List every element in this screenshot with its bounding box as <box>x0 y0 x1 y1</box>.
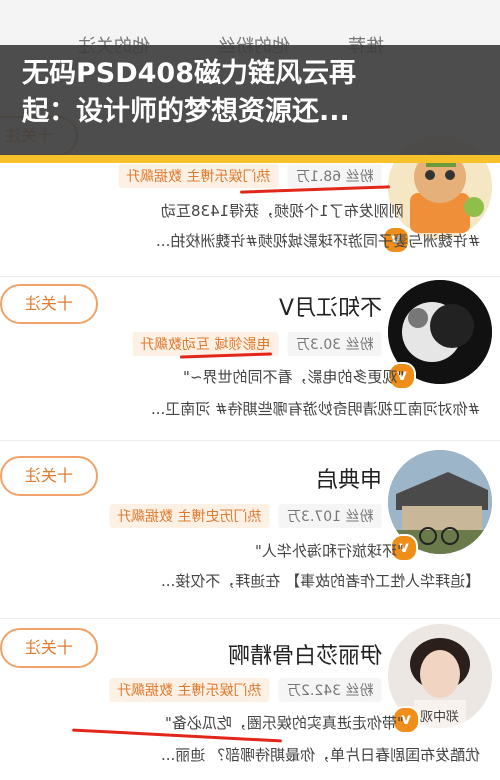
post-preview: 优酷发布国剧春日片单，你最期待哪部？ 迪丽... <box>160 746 480 764</box>
bio-line: "带你走进真实的娱乐圈，吃瓜必备" <box>165 714 404 732</box>
fans-count: 粉丝 107.3万 <box>279 504 382 528</box>
user-tags: 热门历史博主 数据飙升 <box>109 504 270 528</box>
follow-button-label: 十关注 <box>24 294 73 313</box>
article-title: 无码PSD408磁力链风云再 起：设计师的梦想资源还... <box>22 55 488 131</box>
user-meta: 粉丝 68.1万 热门娱乐博主 数据飙升 <box>117 164 382 188</box>
list-item[interactable]: 十关注 申典启 v 粉丝 107.3万 热门历史博主 数据飙升 "环球旅行和海外… <box>0 440 500 619</box>
accent-bar <box>0 155 500 163</box>
username: 伊丽莎白骨精啊 <box>227 644 382 669</box>
username: 不知江月V <box>278 296 382 321</box>
post-preview: #许魏洲与妻子同游环球影城视频#许魏洲校拍... <box>155 232 480 250</box>
fans-count: 粉丝 342.2万 <box>279 678 382 702</box>
user-meta: 粉丝 342.2万 热门娱乐博主 数据飙升 <box>109 678 382 702</box>
title-line-1: 无码PSD408磁力链风云再 <box>22 58 357 89</box>
bio-line: "观更多的电影，看不同的世界~" <box>182 368 404 386</box>
list-item[interactable]: 十关注 不知江月V v 粉丝 30.3万 电影领域 互动数飙升 "观更多的电影，… <box>0 276 500 441</box>
title-line-2: 起：设计师的梦想资源还... <box>22 96 350 127</box>
title-overlay: 无码PSD408磁力链风云再 起：设计师的梦想资源还... <box>0 45 500 155</box>
user-meta: 粉丝 107.3万 热门历史博主 数据飙升 <box>109 504 382 528</box>
bio-line: "环球旅行和海外华人" <box>255 542 404 560</box>
activity-line: 刚刚发布了1个视频，获得1438互动 <box>161 202 404 220</box>
list-item[interactable]: 十关注 伊丽莎白骨精啊 v 郑中观 粉丝 342.2万 热门娱乐博主 数据飙升 … <box>0 618 500 780</box>
user-tags: 热门娱乐博主 数据飙升 <box>117 164 279 188</box>
username: 申典启 <box>315 468 382 493</box>
follow-button[interactable]: 十关注 <box>0 628 98 668</box>
fans-count: 粉丝 68.1万 <box>288 164 382 188</box>
post-preview: 【追拜华人性工作者的故事】 在迪拜，不仅接... <box>160 572 480 590</box>
user-tags: 热门娱乐博主 数据飙升 <box>109 678 270 702</box>
follow-button-label: 十关注 <box>24 466 73 485</box>
avatar-caption: 郑中观 <box>420 710 460 725</box>
fans-count: 粉丝 30.3万 <box>288 332 382 356</box>
post-preview: #你对河南卫视清明奇妙游有哪些期待# 河南卫... <box>150 400 480 418</box>
follow-button[interactable]: 十关注 <box>0 284 98 324</box>
follow-button-label: 十关注 <box>24 638 73 657</box>
follow-button[interactable]: 十关注 <box>0 456 98 496</box>
